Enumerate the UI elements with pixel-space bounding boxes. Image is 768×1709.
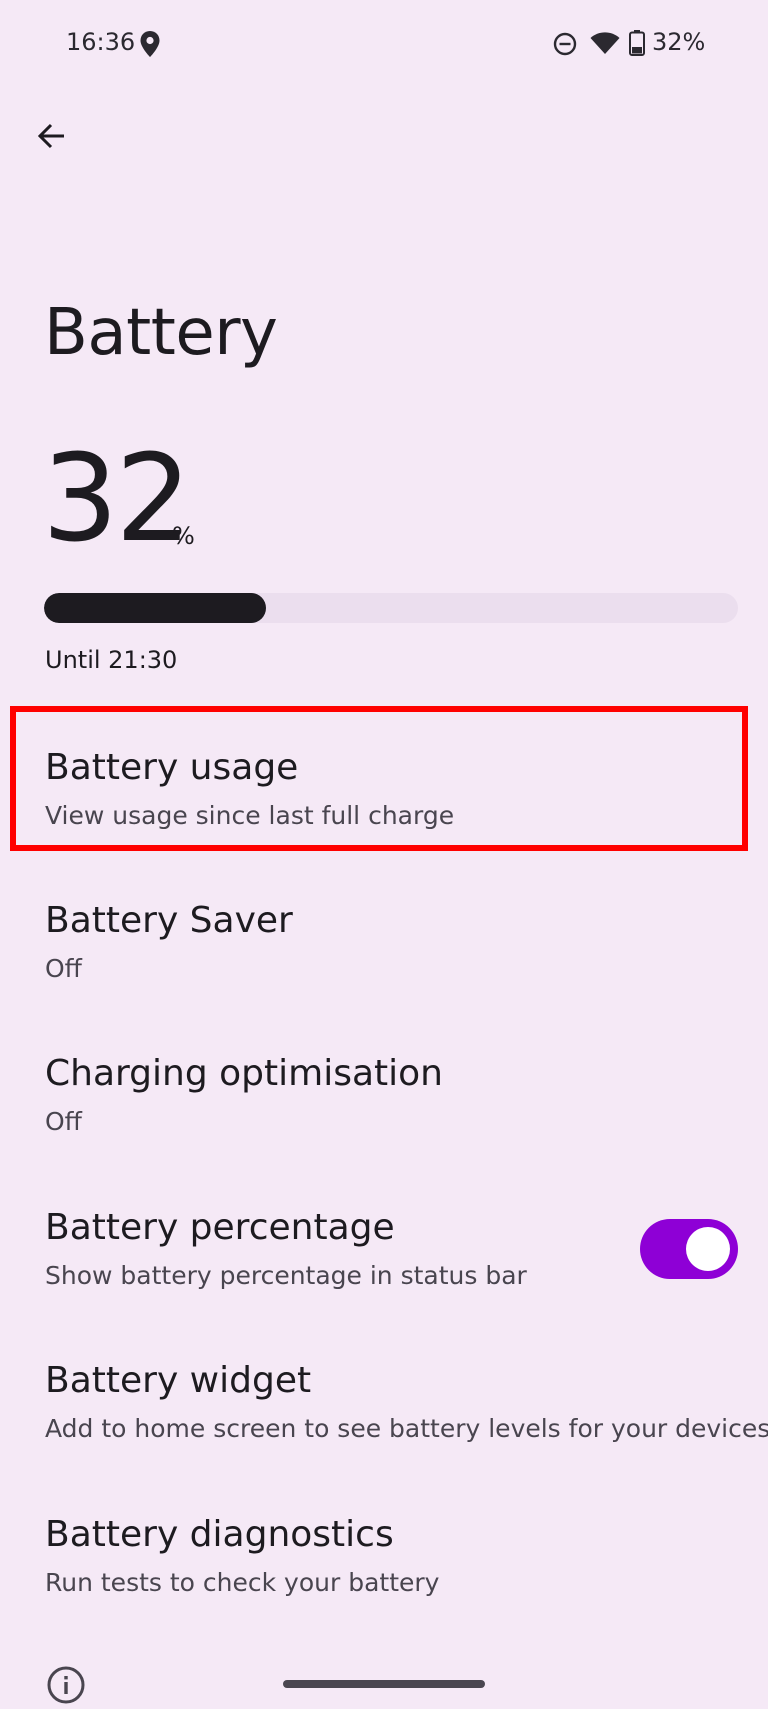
pref-title: Charging optimisation bbox=[45, 1053, 443, 1094]
pref-summary: Show battery percentage in status bar bbox=[45, 1261, 527, 1290]
pref-charging-optimisation[interactable]: Charging optimisation Off bbox=[0, 1053, 768, 1203]
gesture-nav-handle[interactable] bbox=[283, 1680, 485, 1688]
status-bar: 16:36 32% bbox=[0, 0, 768, 90]
pref-title: Battery diagnostics bbox=[45, 1514, 394, 1555]
pref-summary: Add to home screen to see battery levels… bbox=[45, 1414, 768, 1443]
status-battery-percent: 32% bbox=[652, 28, 706, 56]
wifi-icon bbox=[590, 31, 620, 55]
back-button[interactable] bbox=[24, 110, 80, 166]
pref-title: Battery Saver bbox=[45, 900, 293, 941]
battery-icon bbox=[629, 30, 645, 56]
toggle-thumb bbox=[686, 1227, 730, 1271]
battery-estimate: Until 21:30 bbox=[45, 646, 178, 674]
pref-summary: Off bbox=[45, 1107, 82, 1136]
pref-summary: Off bbox=[45, 954, 82, 983]
pref-title: Battery widget bbox=[45, 1360, 312, 1401]
pref-battery-widget[interactable]: Battery widget Add to home screen to see… bbox=[0, 1360, 768, 1510]
battery-level-unit: % bbox=[172, 522, 195, 550]
battery-level-bar bbox=[44, 593, 738, 623]
info-icon bbox=[46, 1665, 86, 1705]
pref-summary: Run tests to check your battery bbox=[45, 1568, 440, 1597]
location-icon bbox=[139, 30, 161, 58]
status-time: 16:36 bbox=[66, 28, 136, 56]
arrow-back-icon bbox=[36, 120, 68, 156]
pref-title: Battery percentage bbox=[45, 1207, 395, 1248]
highlight-box bbox=[10, 706, 748, 851]
pref-battery-saver[interactable]: Battery Saver Off bbox=[0, 900, 768, 1050]
battery-percentage-toggle[interactable] bbox=[640, 1219, 738, 1279]
battery-level-value: 32 bbox=[42, 430, 192, 569]
pref-battery-diagnostics[interactable]: Battery diagnostics Run tests to check y… bbox=[0, 1514, 768, 1664]
page-title: Battery bbox=[44, 296, 278, 370]
battery-level-fill bbox=[44, 593, 267, 623]
do-not-disturb-icon bbox=[553, 32, 577, 56]
